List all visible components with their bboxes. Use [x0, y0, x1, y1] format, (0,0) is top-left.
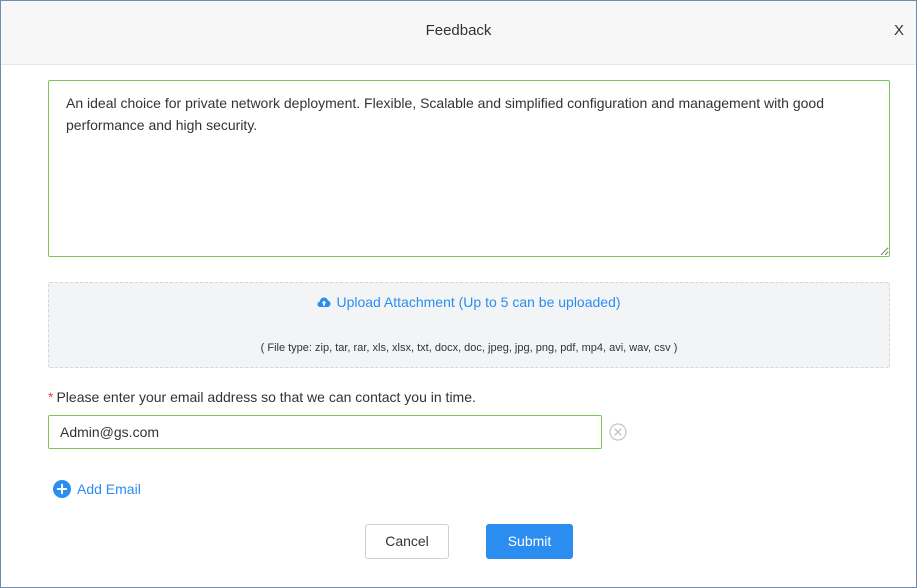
- clear-circle-icon[interactable]: [609, 423, 627, 441]
- feedback-dialog: Feedback X An ideal choice for private n…: [0, 0, 917, 588]
- submit-button[interactable]: Submit: [486, 524, 573, 559]
- dialog-title: Feedback: [425, 22, 492, 39]
- required-mark: *: [48, 389, 54, 405]
- dialog-header: Feedback X: [1, 1, 916, 65]
- upload-dropzone[interactable]: Upload Attachment (Up to 5 can be upload…: [48, 282, 890, 368]
- email-field[interactable]: [48, 415, 602, 449]
- add-email-button[interactable]: Add Email: [53, 480, 141, 498]
- upload-attachment-label: Upload Attachment (Up to 5 can be upload…: [336, 294, 621, 310]
- plus-circle-icon: [53, 480, 71, 498]
- upload-attachment-link[interactable]: Upload Attachment (Up to 5 can be upload…: [49, 294, 889, 310]
- add-email-label: Add Email: [77, 481, 141, 497]
- email-field-label: * Please enter your email address so that…: [48, 389, 476, 405]
- close-button[interactable]: X: [894, 22, 904, 39]
- feedback-textarea[interactable]: An ideal choice for private network depl…: [48, 80, 890, 257]
- email-label-text: Please enter your email address so that …: [56, 389, 476, 405]
- file-types-hint: ( File type: zip, tar, rar, xls, xlsx, t…: [260, 342, 678, 354]
- cancel-button[interactable]: Cancel: [365, 524, 449, 559]
- cloud-upload-icon: [317, 297, 331, 307]
